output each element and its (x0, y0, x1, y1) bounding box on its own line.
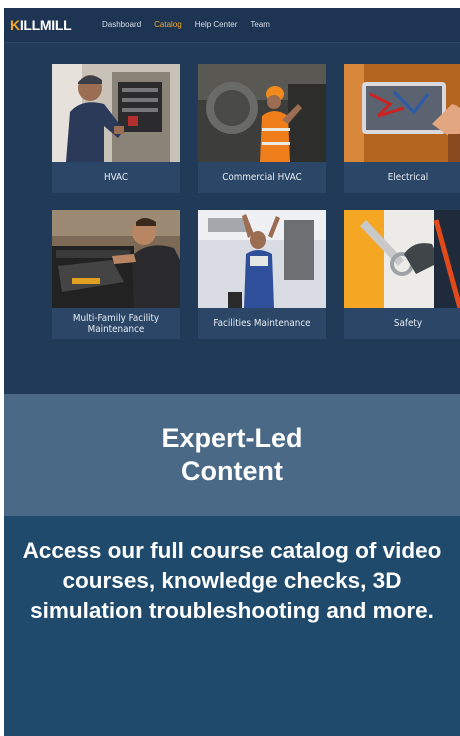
oven-repair-photo (52, 210, 180, 308)
course-card-multi-family-facility-maintenance[interactable]: Multi-Family Facility Maintenance (52, 210, 180, 339)
course-card-electrical[interactable]: Electrical (344, 64, 460, 193)
electrical-panel-photo (344, 64, 460, 162)
promo-frame: KILLMILL Dashboard Catalog Help Center T… (4, 8, 460, 736)
course-card-safety[interactable]: Safety (344, 210, 460, 339)
hvac-technician-photo (52, 64, 180, 162)
safety-harness-photo (344, 210, 460, 308)
course-card-commercial-hvac[interactable]: Commercial HVAC (198, 64, 326, 193)
commercial-hvac-photo (198, 64, 326, 162)
ceiling-work-photo (198, 210, 326, 308)
nav-team[interactable]: Team (250, 20, 270, 29)
top-navigation-bar: KILLMILL Dashboard Catalog Help Center T… (4, 8, 460, 43)
nav-dashboard[interactable]: Dashboard (102, 20, 141, 29)
promo-description: Access our full course catalog of video … (22, 538, 442, 623)
headline-band: Expert-Led Content (4, 394, 460, 516)
promo-headline: Expert-Led Content (161, 423, 303, 486)
course-card-facilities-maintenance[interactable]: Facilities Maintenance (198, 210, 326, 339)
description-panel: Access our full course catalog of video … (4, 516, 460, 736)
app-logo[interactable]: KILLMILL (10, 17, 72, 33)
nav-help-center[interactable]: Help Center (195, 20, 238, 29)
main-nav: Dashboard Catalog Help Center Team (102, 20, 270, 29)
course-card-hvac[interactable]: HVAC (52, 64, 180, 193)
app-screenshot: KILLMILL Dashboard Catalog Help Center T… (4, 8, 460, 394)
nav-catalog[interactable]: Catalog (154, 20, 182, 29)
